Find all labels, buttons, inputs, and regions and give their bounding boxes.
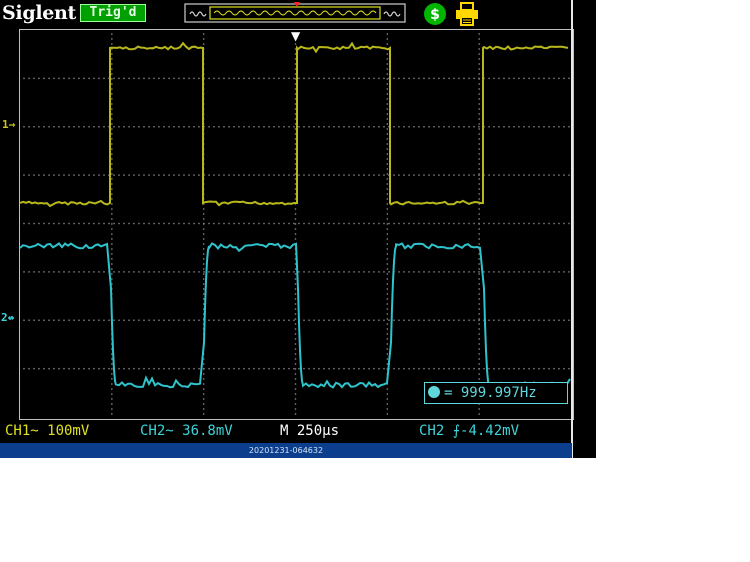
oscilloscope-screen: Siglent Trig'd $ 1→ 2↮ ▼ = 999.997Hz CH1… [0,0,596,458]
ch2-scale-readout[interactable]: CH2~ 36.8mV [140,419,233,443]
ch1-waveform [19,41,569,208]
frequency-readout: = 999.997Hz [444,385,537,401]
ch1-scale-readout[interactable]: CH1~ 100mV [5,419,89,443]
ch2-waveform [19,242,571,389]
frequency-icon [428,386,440,398]
timebase-readout[interactable]: M 250µs [280,419,339,443]
trigger-level-readout[interactable]: CH2 ⨍-4.42mV [419,419,519,443]
trigger-position-marker[interactable]: ▼ [291,30,300,42]
screen-divider [571,0,573,458]
ch1-offset-marker[interactable]: 1→ [2,119,15,131]
status-bar: CH1~ 100mV CH2~ 36.8mV M 250µs CH2 ⨍-4.4… [0,419,571,443]
ch2-offset-marker[interactable]: 2↮ [1,312,14,324]
capture-timestamp-bar: 20201231-064632 [0,443,572,458]
frequency-measurement: = 999.997Hz [424,382,568,404]
